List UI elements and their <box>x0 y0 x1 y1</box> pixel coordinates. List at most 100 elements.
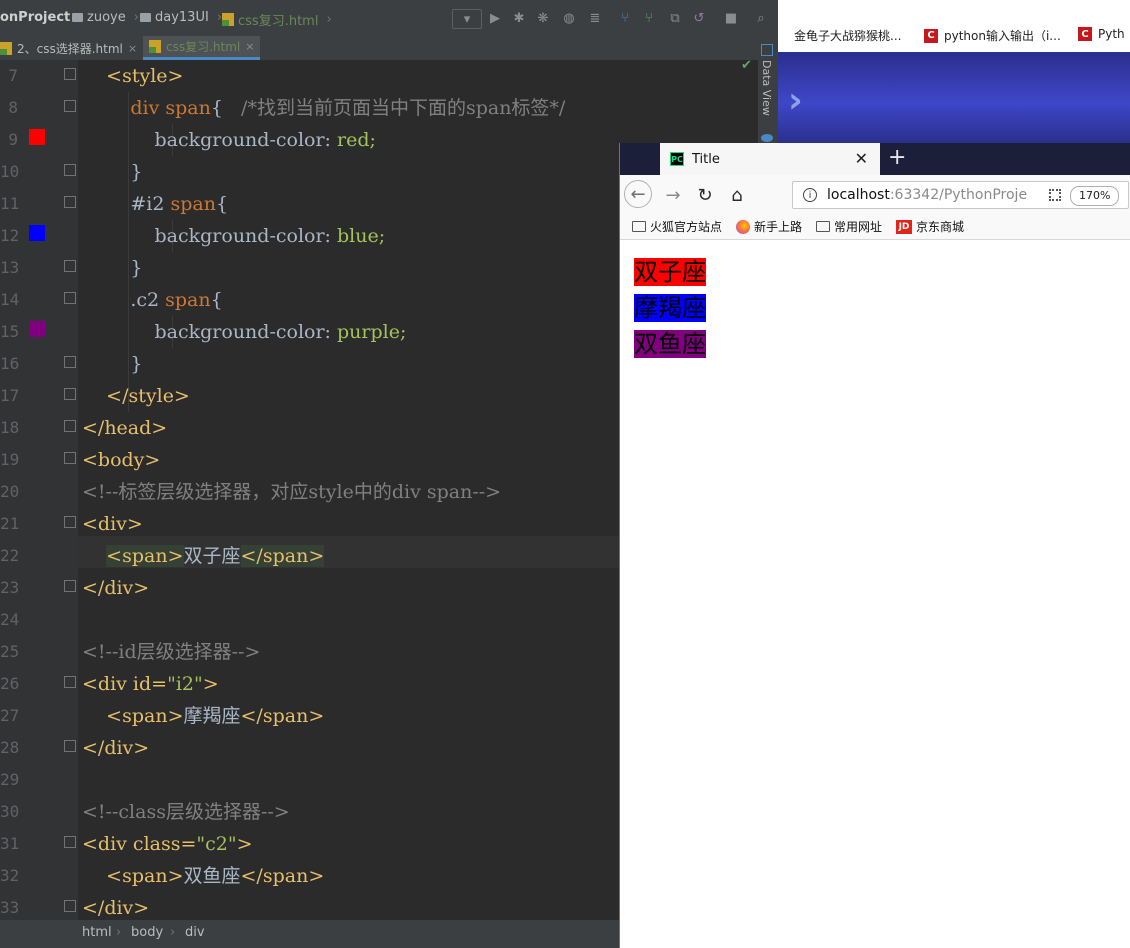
browser-tab[interactable]: PC Title ✕ <box>660 143 880 175</box>
line-number: 27 <box>0 706 20 725</box>
line-number: 14 <box>0 290 20 309</box>
folder-icon <box>816 221 830 232</box>
fold-marker[interactable] <box>64 388 76 400</box>
debug-icon[interactable]: ✱ <box>510 9 528 27</box>
csdn-icon: C <box>1078 27 1092 41</box>
fold-marker[interactable] <box>64 420 76 432</box>
css-property: background-color: <box>154 225 331 247</box>
fold-marker[interactable] <box>64 356 76 368</box>
code-line-31: <div class="c2"> <box>82 828 253 860</box>
css-value: blue; <box>337 225 386 247</box>
crumb-separator: › <box>116 925 122 940</box>
close-icon[interactable]: × <box>245 40 254 53</box>
bookmark-label: 京东商城 <box>916 220 965 234</box>
zoom-level-badge[interactable]: 170% <box>1070 186 1120 206</box>
color-swatch-blue[interactable] <box>29 225 45 241</box>
home-icon[interactable]: ⌂ <box>724 183 750 207</box>
history-icon[interactable]: ⧉ <box>666 9 684 27</box>
breadcrumb-label: day13UI <box>155 10 209 25</box>
table-icon[interactable] <box>761 44 773 56</box>
tab-css-review[interactable]: css复习.html × <box>143 36 260 60</box>
capricorn-span: 摩羯座 <box>634 294 706 322</box>
fold-marker[interactable] <box>64 100 76 112</box>
fold-marker[interactable] <box>64 164 76 176</box>
pycharm-icon: PC <box>670 152 684 166</box>
fold-marker[interactable] <box>64 452 76 464</box>
color-swatch-red[interactable] <box>29 129 45 145</box>
browser-tab-strip: PC Title ✕ + <box>620 143 1130 175</box>
data-view-panel-label[interactable]: Data View <box>760 60 773 116</box>
div-open-tag: <div id= <box>82 673 168 695</box>
code-line-19: <body> <box>82 444 160 476</box>
fold-marker[interactable] <box>64 836 76 848</box>
breadcrumb-zuoye[interactable]: zuoye › <box>72 10 139 25</box>
breadcrumb-day13ui[interactable]: day13UI › <box>140 10 222 25</box>
div-close-tag: </div> <box>82 737 150 759</box>
fold-marker[interactable] <box>64 580 76 592</box>
fold-marker[interactable] <box>64 68 76 80</box>
status-crumb-body[interactable]: body <box>131 925 163 940</box>
structure-icon[interactable]: ≣ <box>586 9 604 27</box>
bookmark-item[interactable]: C Pyth <box>1078 27 1125 41</box>
close-icon[interactable]: × <box>128 42 137 55</box>
qrcode-icon[interactable] <box>1049 189 1061 201</box>
breadcrumb-file[interactable]: css复习.html › <box>222 10 332 29</box>
forward-icon[interactable]: → <box>660 183 686 207</box>
revert-icon[interactable]: ↺ <box>690 9 708 27</box>
breadcrumb-label: onProject <box>0 10 71 25</box>
line-number: 12 <box>0 226 20 245</box>
line-number: 9 <box>8 130 18 149</box>
editor-gutter: 7 8 9 10 11 12 13 14 15 16 17 18 19 20 2… <box>0 60 78 920</box>
code-line-9: background-color: red; <box>82 124 375 156</box>
bookmark-jd-mall[interactable]: JD 京东商城 <box>896 218 964 235</box>
code-line-28: </div> <box>82 732 149 764</box>
new-tab-icon[interactable]: + <box>888 145 906 170</box>
tab-label: 2、css选择器.html <box>17 41 123 56</box>
database-icon[interactable] <box>761 134 773 142</box>
bookmark-getting-started[interactable]: 新手上路 <box>736 218 802 235</box>
run-config-dropdown[interactable]: ▾ <box>452 9 482 29</box>
fold-marker[interactable] <box>64 740 76 752</box>
bookmark-common-sites[interactable]: 常用网址 <box>816 218 882 235</box>
fold-marker[interactable] <box>64 676 76 688</box>
color-swatch-purple[interactable] <box>29 321 45 337</box>
stop-icon[interactable]: ■ <box>722 9 740 27</box>
address-bar[interactable]: i localhost:63342/PythonProje 170% <box>792 181 1129 209</box>
span-text: 双子座 <box>183 545 241 567</box>
html-file-icon <box>0 41 12 55</box>
html-file-icon <box>149 40 161 53</box>
status-crumb-div[interactable]: div <box>185 925 205 940</box>
bookmark-label: Pyth <box>1098 27 1125 41</box>
page-div-i2: 摩羯座 <box>634 292 706 324</box>
coverage-icon[interactable]: ❋ <box>534 9 552 27</box>
fold-marker[interactable] <box>64 260 76 272</box>
line-number: 7 <box>8 66 18 85</box>
browser-bookmarks-bar: 火狐官方站点 新手上路 常用网址 JD 京东商城 <box>620 215 1130 240</box>
profile-icon[interactable]: ◍ <box>560 9 578 27</box>
browser-window: PC Title ✕ + ← → ↻ ⌂ i localhost:63342/P… <box>619 143 1130 948</box>
folder-icon <box>140 13 151 22</box>
info-icon[interactable]: i <box>803 188 817 202</box>
close-icon[interactable]: ✕ <box>855 149 868 168</box>
bookmark-firefox-official[interactable]: 火狐官方站点 <box>632 218 722 235</box>
fold-marker[interactable] <box>64 900 76 912</box>
vcs-update-icon[interactable]: ⑂ <box>616 9 634 27</box>
bookmark-item[interactable]: 金龟子大战猕猴桃... <box>778 27 901 44</box>
style-close-tag: </style> <box>106 385 190 407</box>
vcs-commit-icon[interactable]: ⑂ <box>640 9 658 27</box>
line-number: 13 <box>0 258 20 277</box>
fold-marker[interactable] <box>64 292 76 304</box>
run-icon[interactable]: ▶ <box>486 9 504 27</box>
background-bookmarks-bar: 金龟子大战猕猴桃... C python输入输出（i... C Pyth <box>778 0 1130 52</box>
fold-marker[interactable] <box>64 196 76 208</box>
search-icon[interactable]: ⌕ <box>752 9 770 27</box>
back-icon[interactable]: ← <box>624 180 652 208</box>
span-close-tag: </span> <box>240 705 325 727</box>
status-crumb-html[interactable]: html <box>82 925 112 940</box>
tab-css-selector[interactable]: 2、css选择器.html × <box>0 36 142 60</box>
reload-icon[interactable]: ↻ <box>692 183 718 207</box>
fold-marker[interactable] <box>64 516 76 528</box>
bookmark-item[interactable]: C python输入输出（i... <box>924 27 1061 44</box>
background-page-banner: › <box>778 52 1130 144</box>
code-line-18: </head> <box>82 412 167 444</box>
